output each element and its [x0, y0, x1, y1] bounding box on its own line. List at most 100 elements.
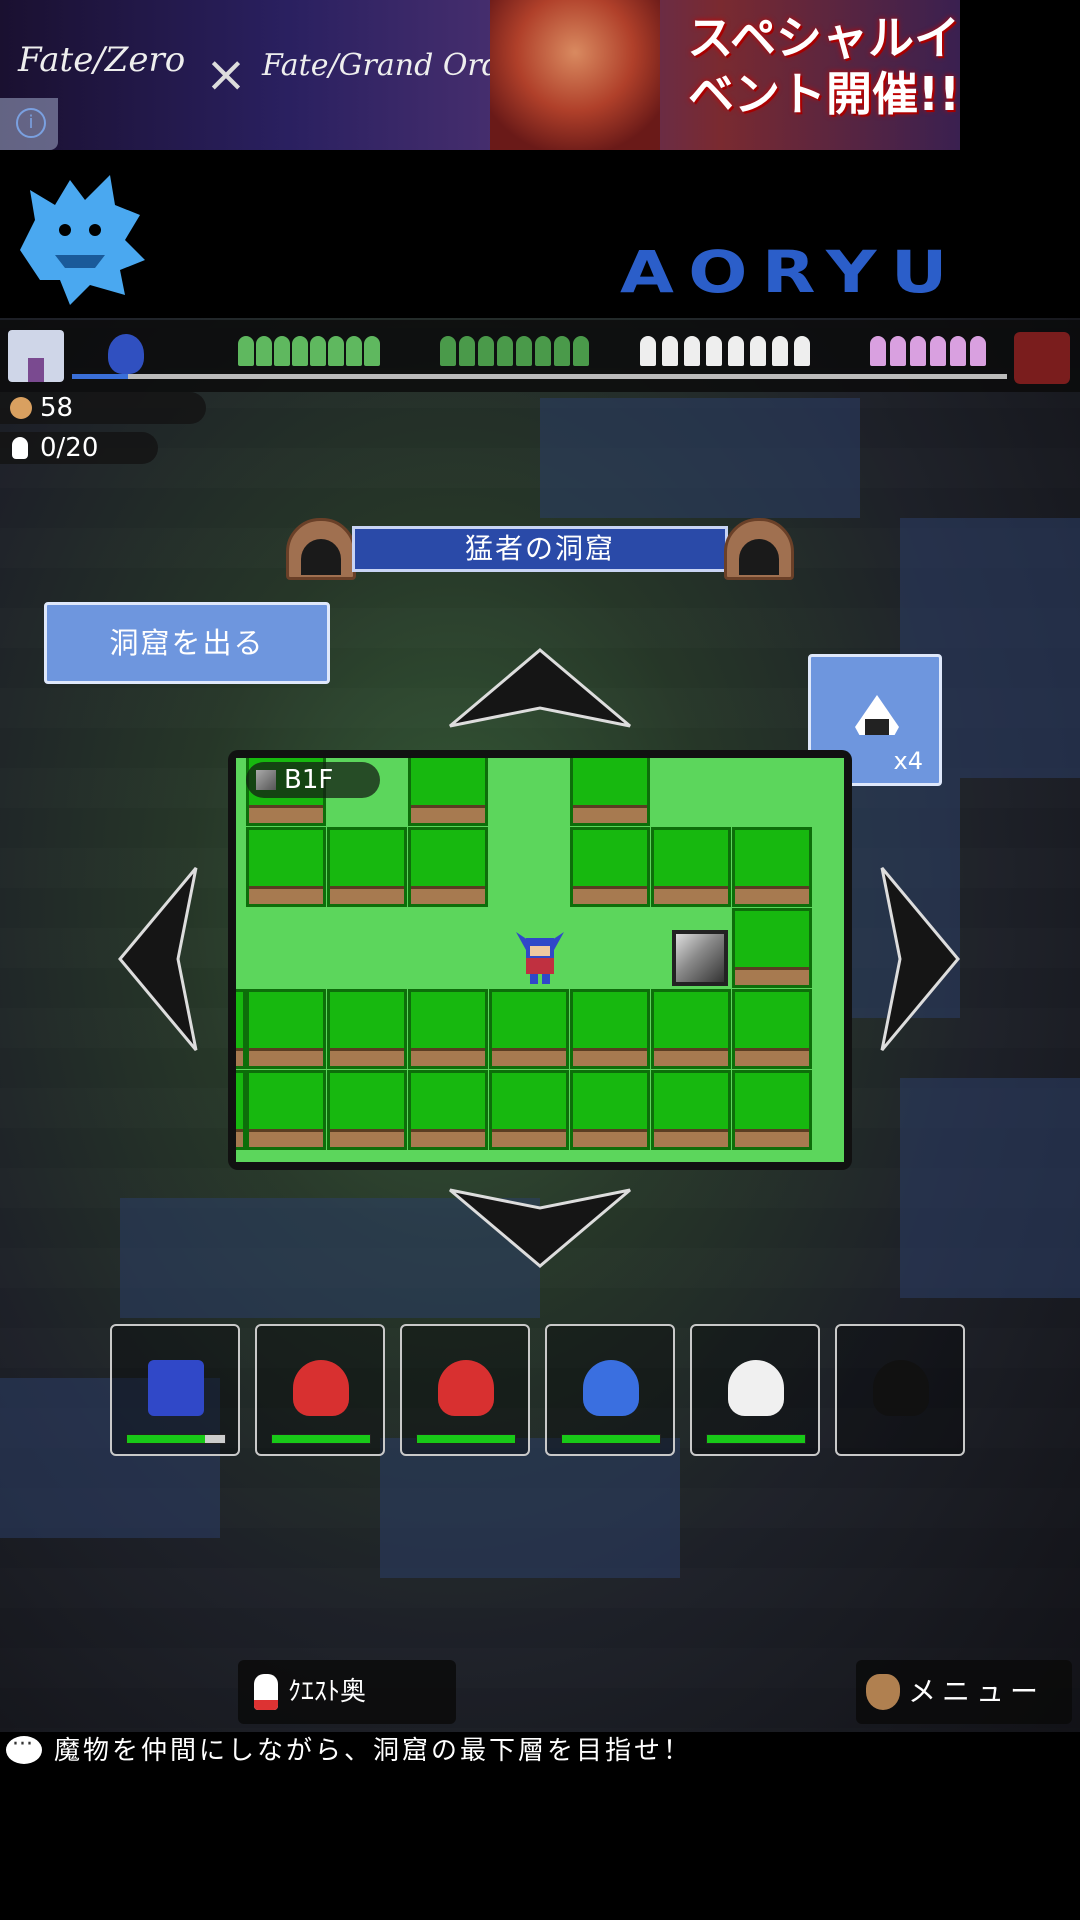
red-bird-sprite: [293, 1360, 349, 1416]
scenery-tree: [310, 336, 326, 366]
scenery-tree: [573, 336, 589, 366]
scenery-tree: [970, 336, 986, 366]
grass-wall-tile: [489, 1070, 569, 1150]
scenery-tree: [516, 336, 532, 366]
grass-wall-tile: [732, 908, 812, 988]
hp-bar-fill: [562, 1435, 660, 1443]
scenery-tree: [794, 336, 810, 366]
scenery-tree: [930, 336, 946, 366]
grass-wall-tile: [651, 989, 731, 1069]
scenery-tree: [328, 336, 344, 366]
scenery-tree: [440, 336, 456, 366]
scenery-tree: [478, 336, 494, 366]
scenery-tree: [684, 336, 700, 366]
info-icon: i: [16, 108, 46, 138]
hp-bar: [126, 1434, 226, 1444]
move-up-button[interactable]: [446, 646, 634, 732]
scenery-tree: [772, 336, 788, 366]
coin-icon: [10, 397, 32, 419]
grass-wall-tile: [732, 827, 812, 907]
stage-progress-fill: [72, 374, 128, 379]
party-slot[interactable]: [545, 1324, 675, 1456]
scenery-tree: [640, 336, 656, 366]
party-slot[interactable]: [400, 1324, 530, 1456]
item-count: x4: [893, 747, 923, 775]
scenery-tree: [950, 336, 966, 366]
floor-tile: [570, 908, 650, 988]
hp-bar: [271, 1434, 371, 1444]
dungeon-name-plate: 猛者の洞窟: [352, 526, 728, 572]
menu-label: メニュー: [908, 1675, 1045, 1708]
brand-wordmark: AORYU: [620, 238, 962, 306]
cave-entrance-icon: [724, 518, 794, 580]
scenery-tree: [706, 336, 722, 366]
scenery-tree: [870, 336, 886, 366]
hero-position-marker: [108, 334, 144, 374]
exit-cave-button[interactable]: 洞窟を出る: [44, 602, 330, 684]
party-slot[interactable]: [255, 1324, 385, 1456]
grass-wall-tile: [651, 1070, 731, 1150]
castle-icon: [8, 330, 64, 382]
party-slot[interactable]: [690, 1324, 820, 1456]
hero-sprite: [516, 932, 564, 984]
hp-bar: [706, 1434, 806, 1444]
menu-button[interactable]: メニュー: [856, 1660, 1072, 1724]
coin-value: 58: [40, 393, 74, 423]
scenery-tree: [364, 336, 380, 366]
scenery-tree: [274, 336, 290, 366]
ad-banner[interactable]: Fate/Zero × Fate/Grand Order スペシャルイベント開催…: [0, 0, 960, 150]
grass-wall-tile: [570, 1070, 650, 1150]
cave-entrance-icon: [286, 518, 356, 580]
grass-wall-tile: [327, 1070, 407, 1150]
capacity-value: 0/20: [40, 433, 99, 463]
hp-bar-fill: [417, 1435, 515, 1443]
ad-character-image: [490, 0, 660, 150]
hint-message: 魔物を仲間にしながら、洞窟の最下層を目指せ！: [54, 1736, 693, 1766]
scenery-tree: [256, 336, 272, 366]
ad-headline: スペシャルイベント開催!!: [687, 11, 960, 121]
party-slot[interactable]: [110, 1324, 240, 1456]
scenery-tree: [459, 336, 475, 366]
floor-indicator: B1F: [246, 762, 380, 798]
grass-wall-tile: [570, 989, 650, 1069]
floor-tile: [246, 908, 326, 988]
grass-wall-tile: [236, 1070, 246, 1150]
move-down-button[interactable]: [446, 1184, 634, 1270]
ad-info-button[interactable]: i: [0, 98, 58, 150]
scenery-tree: [750, 336, 766, 366]
grass-wall-tile: [732, 1070, 812, 1150]
ad-logo-fate-zero: Fate/Zero: [18, 40, 186, 80]
floor-tile: [489, 827, 569, 907]
move-left-button[interactable]: [116, 864, 202, 1054]
hp-bar-fill: [272, 1435, 370, 1443]
capacity-counter: 0/20: [0, 432, 158, 464]
hp-bar-fill: [127, 1435, 206, 1443]
white-slime-sprite: [728, 1360, 784, 1416]
floor-tile: [732, 758, 812, 826]
stairs-down-tile[interactable]: [672, 930, 728, 986]
grass-wall-tile: [408, 758, 488, 826]
scenery-tree: [554, 336, 570, 366]
move-right-button[interactable]: [876, 864, 962, 1054]
grass-wall-tile: [246, 989, 326, 1069]
scenery-tree: [535, 336, 551, 366]
bag-icon: [866, 1674, 900, 1710]
coin-counter: 58: [0, 392, 206, 424]
blue-dragon-icon: [20, 175, 145, 305]
party-slot[interactable]: [835, 1324, 965, 1456]
grass-wall-tile: [246, 1070, 326, 1150]
speech-bubble-icon: [6, 1726, 42, 1764]
floor-tile: [408, 908, 488, 988]
hp-bar: [416, 1434, 516, 1444]
blue-slime-sprite: [583, 1360, 639, 1416]
grass-wall-tile: [408, 827, 488, 907]
scenery-tree: [662, 336, 678, 366]
grass-wall-tile: [236, 989, 246, 1069]
quest-depth-button[interactable]: ｸｴｽﾄ奥: [238, 1660, 456, 1724]
hero-sprite: [148, 1360, 204, 1416]
grass-wall-tile: [570, 758, 650, 826]
grass-wall-tile: [570, 827, 650, 907]
ad-times-sign: ×: [205, 45, 247, 103]
floor-tile: [489, 758, 569, 826]
red-bird-sprite: [438, 1360, 494, 1416]
